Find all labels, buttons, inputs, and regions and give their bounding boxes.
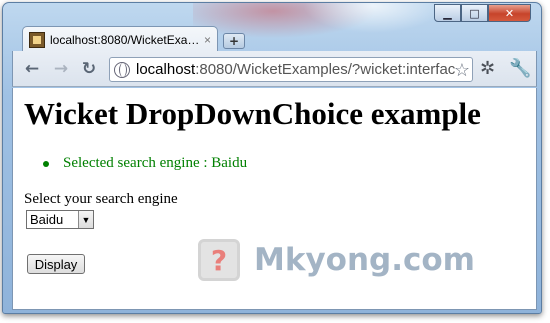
feedback-text: Selected search engine : Baidu (63, 155, 248, 171)
watermark-text: Mkyong.com (254, 242, 475, 278)
wicket-favicon-icon (29, 31, 45, 48)
dropdown-arrow-icon[interactable]: ▼ (78, 211, 93, 228)
mkyong-watermark: ? Mkyong.com (198, 239, 475, 281)
bullet-icon (43, 160, 49, 167)
selected-value: Baidu (30, 212, 64, 227)
search-engine-select[interactable]: Baidu ▼ (26, 210, 94, 229)
display-button[interactable]: Display (27, 254, 85, 274)
forward-arrow-icon[interactable]: → (51, 59, 71, 79)
address-bar[interactable]: localhost:8080/WicketExamples/?wicket:in… (109, 57, 473, 82)
back-arrow-icon[interactable]: ← (22, 59, 42, 79)
glass-highlight (303, 3, 443, 33)
globe-icon (114, 61, 130, 78)
search-engine-label: Select your search engine (24, 191, 178, 207)
feedback-message: Selected search engine : Baidu (43, 155, 247, 172)
browser-toolbar: ← → ↻ localhost:8080/WicketExamples/?wic… (12, 51, 537, 87)
page-title: Wicket DropDownChoice example (24, 96, 481, 131)
maximize-button[interactable]: □ (461, 4, 488, 22)
question-mark-icon: ? (198, 239, 240, 281)
tab-title: localhost:8080/WicketExa… (50, 32, 200, 47)
extension-bug-icon[interactable]: ✲ (480, 58, 495, 79)
tab-close-icon[interactable]: × (204, 33, 211, 47)
url-text[interactable]: localhost:8080/WicketExamples/?wicket:in… (136, 61, 456, 78)
minimize-button[interactable]: ▁ (434, 4, 461, 22)
close-window-button[interactable]: ✕ (488, 4, 531, 22)
bookmark-star-icon[interactable]: ☆ (454, 60, 470, 81)
wrench-icon[interactable]: 🔧 (509, 58, 531, 79)
browser-tab[interactable]: localhost:8080/WicketExa… × (22, 26, 218, 52)
new-tab-button[interactable]: + (223, 33, 245, 49)
reload-icon[interactable]: ↻ (79, 59, 99, 79)
page-content: Wicket DropDownChoice example Selected s… (12, 88, 537, 310)
window-controls: ▁ □ ✕ (434, 4, 531, 22)
